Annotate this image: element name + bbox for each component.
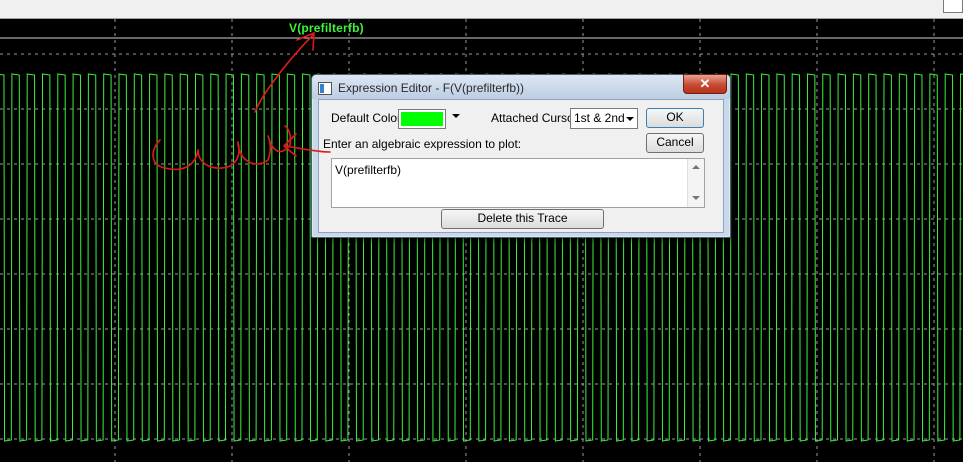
expression-editor-dialog: Expression Editor - F(V(prefilterfb)) ✕ … [311,74,731,238]
attached-cursor-label: Attached Cursor: [491,111,582,125]
close-icon: ✕ [699,76,711,91]
delete-trace-button[interactable]: Delete this Trace [441,209,604,229]
dialog-title: Expression Editor - F(V(prefilterfb)) [338,81,525,95]
close-button[interactable]: ✕ [683,74,727,94]
dialog-body: Default Color: Attached Cursor: 1st & 2n… [318,99,724,233]
window-corner-button[interactable] [943,0,963,13]
dialog-title-bar[interactable]: Expression Editor - F(V(prefilterfb)) ✕ [312,74,730,99]
scroll-up-icon[interactable] [692,165,700,169]
expression-prompt: Enter an algebraic expression to plot: [323,137,522,151]
chevron-down-icon [626,117,634,121]
chevron-down-icon[interactable] [452,114,460,118]
expression-scrollbar[interactable] [687,159,704,207]
scroll-down-icon[interactable] [692,196,700,200]
default-color-label: Default Color: [331,111,405,125]
expression-input[interactable]: V(prefilterfb) [331,158,705,208]
default-color-picker[interactable] [398,109,446,129]
app-icon [318,82,332,95]
cancel-button[interactable]: Cancel [646,133,704,153]
ok-button[interactable]: OK [646,108,704,128]
attached-cursor-value: 1st & 2nd [574,111,625,125]
trace-label[interactable]: V(prefilterfb) [289,21,364,35]
attached-cursor-select[interactable]: 1st & 2nd [570,108,638,129]
color-swatch [401,112,443,126]
expression-text[interactable]: V(prefilterfb) [335,163,401,177]
top-toolbar [0,0,963,19]
